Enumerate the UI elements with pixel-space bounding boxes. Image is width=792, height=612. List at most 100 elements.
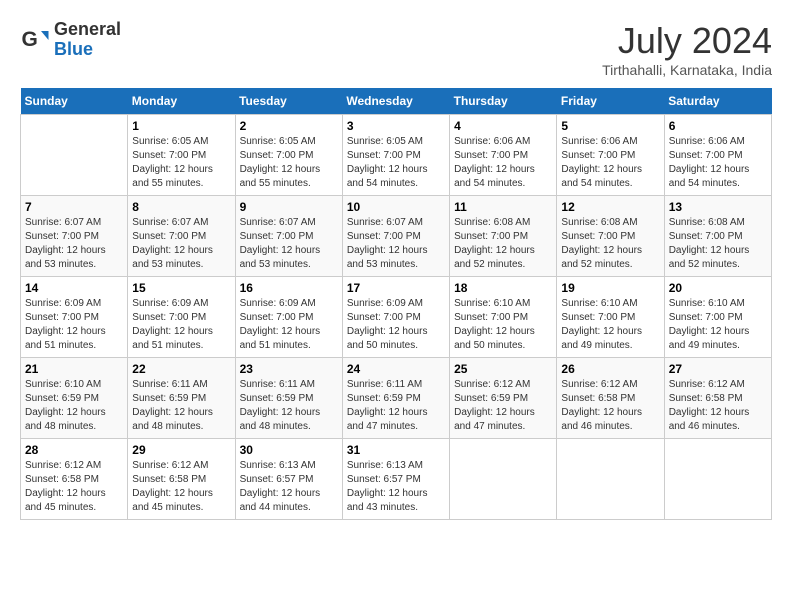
calendar-cell: 15 Sunrise: 6:09 AM Sunset: 7:00 PM Dayli…	[128, 277, 235, 358]
day-of-week-saturday: Saturday	[664, 88, 771, 115]
day-info: Sunrise: 6:05 AM Sunset: 7:00 PM Dayligh…	[240, 135, 338, 191]
day-number: 5	[561, 119, 659, 133]
week-row-1: 1 Sunrise: 6:05 AM Sunset: 7:00 PM Daylig…	[21, 115, 772, 196]
day-number: 24	[347, 362, 445, 376]
day-number: 12	[561, 200, 659, 214]
day-info: Sunrise: 6:13 AM Sunset: 6:57 PM Dayligh…	[347, 459, 445, 515]
day-number: 20	[669, 281, 767, 295]
title-block: July 2024 Tirthahalli, Karnataka, India	[602, 20, 772, 78]
calendar-cell: 1Sunrise: 6:05 AM Sunset: 7:00 PM Daylig…	[128, 115, 235, 196]
svg-text:G: G	[22, 28, 38, 51]
day-info: Sunrise: 6:12 AM Sunset: 6:58 PM Dayligh…	[25, 459, 123, 515]
day-info: Sunrise: 6:10 AM Sunset: 6:59 PM Dayligh…	[25, 378, 123, 434]
calendar-cell: 24 Sunrise: 6:11 AM Sunset: 6:59 PM Dayli…	[342, 358, 449, 439]
calendar-cell: 14 Sunrise: 6:09 AM Sunset: 7:00 PM Dayli…	[21, 277, 128, 358]
day-info: Sunrise: 6:06 AM Sunset: 7:00 PM Dayligh…	[669, 135, 767, 191]
day-info: Sunrise: 6:06 AM Sunset: 7:00 PM Dayligh…	[454, 135, 552, 191]
calendar-cell: 7Sunrise: 6:07 AM Sunset: 7:00 PM Daylig…	[21, 196, 128, 277]
day-info: Sunrise: 6:09 AM Sunset: 7:00 PM Dayligh…	[132, 297, 230, 353]
day-number: 27	[669, 362, 767, 376]
calendar-cell: 22Sunrise: 6:11 AM Sunset: 6:59 PM Dayli…	[128, 358, 235, 439]
calendar-cell: 3 Sunrise: 6:05 AM Sunset: 7:00 PM Daylig…	[342, 115, 449, 196]
page-header: G General Blue July 2024 Tirthahalli, Ka…	[20, 20, 772, 78]
day-number: 26	[561, 362, 659, 376]
calendar-table: SundayMondayTuesdayWednesdayThursdayFrid…	[20, 88, 772, 520]
day-info: Sunrise: 6:10 AM Sunset: 7:00 PM Dayligh…	[669, 297, 767, 353]
logo-blue: Blue	[54, 40, 121, 60]
calendar-cell: 11Sunrise: 6:08 AM Sunset: 7:00 PM Dayli…	[450, 196, 557, 277]
calendar-cell: 25Sunrise: 6:12 AM Sunset: 6:59 PM Dayli…	[450, 358, 557, 439]
day-number: 14	[25, 281, 123, 295]
month-year: July 2024	[602, 20, 772, 62]
day-number: 15	[132, 281, 230, 295]
day-number: 3	[347, 119, 445, 133]
logo-general: General	[54, 20, 121, 40]
day-of-week-monday: Monday	[128, 88, 235, 115]
calendar-cell: 4Sunrise: 6:06 AM Sunset: 7:00 PM Daylig…	[450, 115, 557, 196]
day-info: Sunrise: 6:05 AM Sunset: 7:00 PM Dayligh…	[347, 135, 445, 191]
calendar-header: SundayMondayTuesdayWednesdayThursdayFrid…	[21, 88, 772, 115]
calendar-cell	[557, 439, 664, 520]
calendar-cell: 12Sunrise: 6:08 AM Sunset: 7:00 PM Dayli…	[557, 196, 664, 277]
calendar-cell: 26 Sunrise: 6:12 AM Sunset: 6:58 PM Dayli…	[557, 358, 664, 439]
day-number: 17	[347, 281, 445, 295]
location: Tirthahalli, Karnataka, India	[602, 62, 772, 78]
day-info: Sunrise: 6:08 AM Sunset: 7:00 PM Dayligh…	[669, 216, 767, 272]
day-number: 13	[669, 200, 767, 214]
calendar-cell: 10Sunrise: 6:07 AM Sunset: 7:00 PM Dayli…	[342, 196, 449, 277]
calendar-cell: 23 Sunrise: 6:11 AM Sunset: 6:59 PM Dayli…	[235, 358, 342, 439]
day-info: Sunrise: 6:12 AM Sunset: 6:58 PM Dayligh…	[561, 378, 659, 434]
calendar-cell: 27 Sunrise: 6:12 AM Sunset: 6:58 PM Dayli…	[664, 358, 771, 439]
week-row-5: 28Sunrise: 6:12 AM Sunset: 6:58 PM Dayli…	[21, 439, 772, 520]
day-number: 31	[347, 443, 445, 457]
day-of-week-sunday: Sunday	[21, 88, 128, 115]
day-number: 2	[240, 119, 338, 133]
day-info: Sunrise: 6:09 AM Sunset: 7:00 PM Dayligh…	[347, 297, 445, 353]
day-info: Sunrise: 6:07 AM Sunset: 7:00 PM Dayligh…	[347, 216, 445, 272]
week-row-3: 14 Sunrise: 6:09 AM Sunset: 7:00 PM Dayli…	[21, 277, 772, 358]
calendar-cell: 9Sunrise: 6:07 AM Sunset: 7:00 PM Daylig…	[235, 196, 342, 277]
calendar-cell: 13 Sunrise: 6:08 AM Sunset: 7:00 PM Dayli…	[664, 196, 771, 277]
day-info: Sunrise: 6:11 AM Sunset: 6:59 PM Dayligh…	[347, 378, 445, 434]
day-info: Sunrise: 6:12 AM Sunset: 6:59 PM Dayligh…	[454, 378, 552, 434]
calendar-cell: 5 Sunrise: 6:06 AM Sunset: 7:00 PM Daylig…	[557, 115, 664, 196]
logo: G General Blue	[20, 20, 121, 60]
day-info: Sunrise: 6:11 AM Sunset: 6:59 PM Dayligh…	[240, 378, 338, 434]
calendar-cell: 30Sunrise: 6:13 AM Sunset: 6:57 PM Dayli…	[235, 439, 342, 520]
calendar-cell: 21 Sunrise: 6:10 AM Sunset: 6:59 PM Dayli…	[21, 358, 128, 439]
calendar-cell	[664, 439, 771, 520]
calendar-cell: 19 Sunrise: 6:10 AM Sunset: 7:00 PM Dayli…	[557, 277, 664, 358]
day-info: Sunrise: 6:12 AM Sunset: 6:58 PM Dayligh…	[132, 459, 230, 515]
day-of-week-friday: Friday	[557, 88, 664, 115]
week-row-4: 21 Sunrise: 6:10 AM Sunset: 6:59 PM Dayli…	[21, 358, 772, 439]
calendar-cell: 16Sunrise: 6:09 AM Sunset: 7:00 PM Dayli…	[235, 277, 342, 358]
day-info: Sunrise: 6:07 AM Sunset: 7:00 PM Dayligh…	[240, 216, 338, 272]
day-of-week-tuesday: Tuesday	[235, 88, 342, 115]
day-info: Sunrise: 6:08 AM Sunset: 7:00 PM Dayligh…	[454, 216, 552, 272]
calendar-cell: 31 Sunrise: 6:13 AM Sunset: 6:57 PM Dayli…	[342, 439, 449, 520]
day-number: 23	[240, 362, 338, 376]
calendar-cell: 8 Sunrise: 6:07 AM Sunset: 7:00 PM Daylig…	[128, 196, 235, 277]
day-number: 21	[25, 362, 123, 376]
calendar-body: 1 Sunrise: 6:05 AM Sunset: 7:00 PM Daylig…	[21, 115, 772, 520]
day-number: 8	[132, 200, 230, 214]
day-info: Sunrise: 6:07 AM Sunset: 7:00 PM Dayligh…	[25, 216, 123, 272]
day-info: Sunrise: 6:07 AM Sunset: 7:00 PM Dayligh…	[132, 216, 230, 272]
calendar-cell: 29Sunrise: 6:12 AM Sunset: 6:58 PM Dayli…	[128, 439, 235, 520]
week-row-2: 7Sunrise: 6:07 AM Sunset: 7:00 PM Daylig…	[21, 196, 772, 277]
calendar-cell: 18Sunrise: 6:10 AM Sunset: 7:00 PM Dayli…	[450, 277, 557, 358]
day-number: 19	[561, 281, 659, 295]
calendar-cell: 2 Sunrise: 6:05 AM Sunset: 7:00 PM Daylig…	[235, 115, 342, 196]
day-number: 1	[132, 119, 230, 133]
day-of-week-wednesday: Wednesday	[342, 88, 449, 115]
day-info: Sunrise: 6:12 AM Sunset: 6:58 PM Dayligh…	[669, 378, 767, 434]
logo-text: General Blue	[54, 20, 121, 60]
day-info: Sunrise: 6:10 AM Sunset: 7:00 PM Dayligh…	[561, 297, 659, 353]
calendar-cell	[450, 439, 557, 520]
calendar-cell: 20 Sunrise: 6:10 AM Sunset: 7:00 PM Dayli…	[664, 277, 771, 358]
day-number: 30	[240, 443, 338, 457]
day-info: Sunrise: 6:06 AM Sunset: 7:00 PM Dayligh…	[561, 135, 659, 191]
days-of-week-row: SundayMondayTuesdayWednesdayThursdayFrid…	[21, 88, 772, 115]
day-info: Sunrise: 6:10 AM Sunset: 7:00 PM Dayligh…	[454, 297, 552, 353]
day-info: Sunrise: 6:09 AM Sunset: 7:00 PM Dayligh…	[25, 297, 123, 353]
